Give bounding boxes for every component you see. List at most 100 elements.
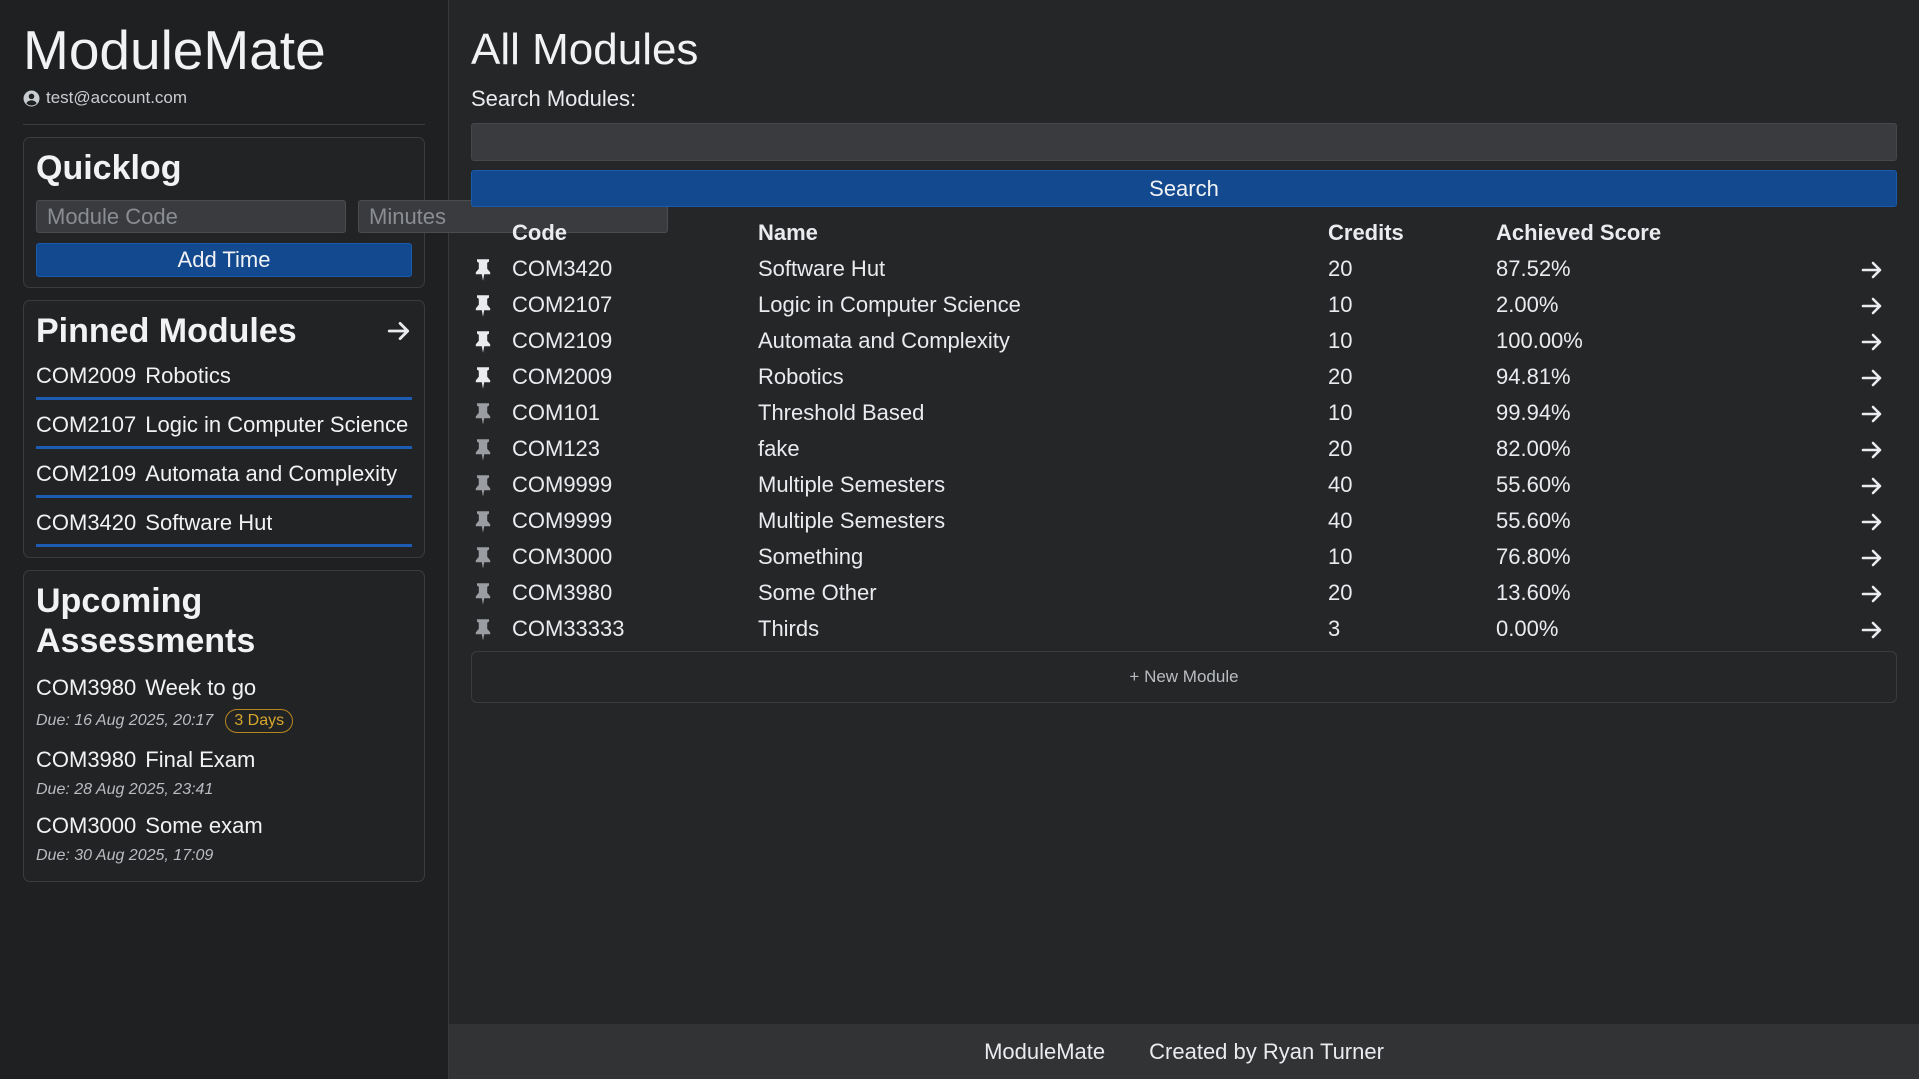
module-name-cell: Logic in Computer Science [758, 292, 1021, 317]
assessment-due-row: Due: 28 Aug 2025, 23:41 [36, 781, 412, 799]
pinned-module-item[interactable]: COM3420 Software Hut [36, 498, 412, 547]
pin-toggle[interactable] [471, 359, 512, 395]
arrow-right-icon [1861, 441, 1882, 459]
pinned-modules-title: Pinned Modules [36, 312, 297, 350]
table-row[interactable]: COM2109 Automata and Complexity 10 100.00% [471, 323, 1897, 359]
module-credits-cell: 40 [1328, 508, 1353, 533]
table-row[interactable]: COM3980 Some Other 20 13.60% [471, 575, 1897, 611]
open-module-link[interactable] [1836, 431, 1897, 467]
arrow-right-icon [1861, 621, 1882, 639]
table-row[interactable]: COM2009 Robotics 20 94.81% [471, 359, 1897, 395]
pin-toggle[interactable] [471, 395, 512, 431]
module-name-cell: Automata and Complexity [758, 328, 1010, 353]
open-column-header [1836, 215, 1897, 251]
pin-toggle[interactable] [471, 251, 512, 287]
add-time-button[interactable]: Add Time [36, 243, 412, 277]
arrow-right-icon [1861, 513, 1882, 531]
open-module-link[interactable] [1836, 395, 1897, 431]
pinned-module-name: Software Hut [145, 510, 273, 535]
modules-table-body: COM3420 Software Hut 20 87.52% COM2107 Logic … [471, 251, 1897, 647]
pin-icon [475, 295, 491, 317]
table-row[interactable]: COM3420 Software Hut 20 87.52% [471, 251, 1897, 287]
arrow-right-icon [1861, 549, 1882, 567]
search-input[interactable] [471, 123, 1897, 161]
open-module-link[interactable] [1836, 467, 1897, 503]
sidebar: ModuleMate test@account.com Quicklog Add… [0, 0, 668, 1079]
module-credits-cell: 20 [1328, 364, 1353, 389]
table-row[interactable]: COM9999 Multiple Semesters 40 55.60% [471, 467, 1897, 503]
module-score-cell: 87.52% [1496, 256, 1571, 281]
table-row[interactable]: COM9999 Multiple Semesters 40 55.60% [471, 503, 1897, 539]
open-module-link[interactable] [1836, 359, 1897, 395]
pin-icon [475, 547, 491, 569]
pin-toggle[interactable] [471, 431, 512, 467]
assessment-code: COM3980 [36, 675, 137, 700]
pin-toggle[interactable] [471, 323, 512, 359]
pin-toggle[interactable] [471, 539, 512, 575]
pinned-module-code: COM2109 [36, 461, 137, 486]
arrow-right-icon[interactable] [386, 318, 412, 344]
assessment-title: COM3980 Week to go [36, 675, 412, 701]
pin-toggle[interactable] [471, 611, 512, 647]
assessment-due: Due: 30 Aug 2025, 17:09 [36, 847, 214, 864]
module-credits-cell: 20 [1328, 580, 1353, 605]
module-credits-cell: 10 [1328, 292, 1353, 317]
open-module-link[interactable] [1836, 575, 1897, 611]
module-name-cell: Multiple Semesters [758, 472, 946, 497]
table-row[interactable]: COM2107 Logic in Computer Science 10 2.00% [471, 287, 1897, 323]
table-row[interactable]: COM101 Threshold Based 10 99.94% [471, 395, 1897, 431]
open-module-link[interactable] [1836, 539, 1897, 575]
user-circle-icon [23, 90, 40, 106]
name-column-header: Name [758, 220, 818, 245]
pinned-module-item[interactable]: COM2109 Automata and Complexity [36, 449, 412, 498]
open-module-link[interactable] [1836, 611, 1897, 647]
assessment-title: COM3000 Some exam [36, 813, 412, 839]
module-score-cell: 13.60% [1496, 580, 1571, 605]
credits-column-header: Credits [1328, 220, 1404, 245]
module-credits-cell: 20 [1328, 256, 1353, 281]
assessment-due: Due: 28 Aug 2025, 23:41 [36, 781, 214, 798]
open-module-link[interactable] [1836, 323, 1897, 359]
module-code-cell: COM2009 [512, 364, 613, 389]
assessment-item[interactable]: COM3980 Final Exam Due: 28 Aug 2025, 23:… [36, 747, 412, 799]
pin-toggle[interactable] [471, 503, 512, 539]
pin-toggle[interactable] [471, 575, 512, 611]
pin-icon [475, 583, 491, 605]
open-module-link[interactable] [1836, 287, 1897, 323]
pin-icon [475, 331, 491, 353]
module-name-cell: Something [758, 544, 864, 569]
arrow-right-icon [1861, 333, 1882, 351]
pin-toggle[interactable] [471, 467, 512, 503]
assessment-name: Final Exam [145, 747, 256, 772]
open-module-link[interactable] [1836, 251, 1897, 287]
pinned-module-name: Logic in Computer Science [145, 412, 409, 437]
pin-icon [475, 439, 491, 461]
table-row[interactable]: COM33333 Thirds 3 0.00% [471, 611, 1897, 647]
pinned-module-item[interactable]: COM2009 Robotics [36, 351, 412, 400]
assessment-item[interactable]: COM3000 Some exam Due: 30 Aug 2025, 17:0… [36, 813, 412, 871]
search-label: Search Modules: [471, 86, 637, 111]
assessment-item[interactable]: COM3980 Week to go Due: 16 Aug 2025, 20:… [36, 675, 412, 733]
pinned-module-item[interactable]: COM2107 Logic in Computer Science [36, 400, 412, 449]
assessment-due-row: Due: 30 Aug 2025, 17:09 [36, 847, 412, 865]
table-row[interactable]: COM123 fake 20 82.00% [471, 431, 1897, 467]
module-name-cell: Robotics [758, 364, 844, 389]
module-code-input[interactable] [36, 200, 346, 233]
search-button[interactable]: Search [471, 170, 1897, 207]
module-score-cell: 99.94% [1496, 400, 1571, 425]
app: ModuleMate test@account.com Quicklog Add… [0, 0, 1919, 1079]
module-code-cell: COM3420 [512, 256, 613, 281]
open-module-link[interactable] [1836, 503, 1897, 539]
module-name-cell: fake [758, 436, 800, 461]
module-name-cell: Software Hut [758, 256, 886, 281]
pin-toggle[interactable] [471, 287, 512, 323]
pinned-modules-card: Pinned Modules COM2009 Robotics COM2107 … [23, 300, 425, 558]
module-score-cell: 94.81% [1496, 364, 1571, 389]
table-row[interactable]: COM3000 Something 10 76.80% [471, 539, 1897, 575]
table-header-row: Code Name Credits Achieved Score [471, 215, 1897, 251]
pinned-modules-header: Pinned Modules [36, 311, 412, 351]
module-credits-cell: 20 [1328, 436, 1353, 461]
module-score-cell: 76.80% [1496, 544, 1571, 569]
pinned-module-name: Automata and Complexity [145, 461, 398, 486]
new-module-button[interactable]: + New Module [471, 651, 1897, 703]
